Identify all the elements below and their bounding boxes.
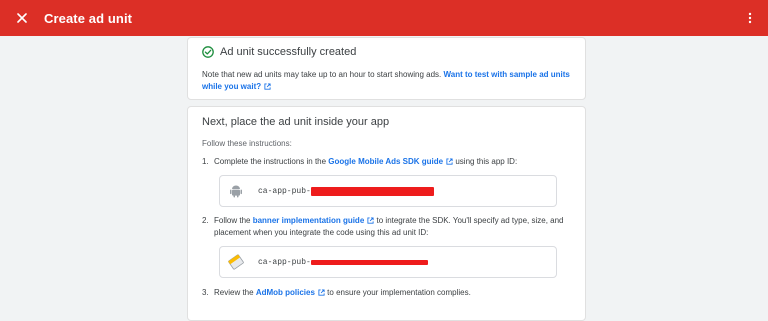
step-text: Complete the instructions in the — [214, 157, 327, 166]
external-link-icon — [446, 158, 453, 165]
sdk-guide-link[interactable]: Google Mobile Ads SDK guide — [328, 157, 453, 166]
step-text: Review the — [214, 288, 254, 297]
app-bar: Create ad unit — [0, 0, 768, 36]
instructions-intro: Follow these instructions: — [202, 139, 292, 148]
ad-unit-id-box[interactable]: ca-app-pub- — [219, 246, 557, 278]
step-1: 1. Complete the instructions in the Goog… — [202, 156, 566, 168]
external-link-icon — [367, 217, 374, 224]
success-status: Ad unit successfully created — [202, 46, 356, 58]
redacted-app-id — [310, 186, 434, 196]
success-message: Ad unit successfully created — [220, 46, 357, 58]
app-id-text: ca-app-pub- — [258, 186, 311, 196]
step-number: 2. — [202, 216, 209, 225]
check-circle-icon — [202, 46, 214, 58]
external-link-icon — [264, 83, 271, 90]
step-text: to ensure your implementation complies. — [327, 288, 471, 297]
banner-guide-link-label: banner implementation guide — [252, 216, 365, 225]
step-number: 1. — [202, 157, 209, 166]
note-text: Note that new ad units may take up to an… — [202, 70, 442, 79]
admob-policies-link-label: AdMob policies — [255, 288, 315, 297]
external-link-icon — [318, 289, 325, 296]
banner-guide-link[interactable]: banner implementation guide — [253, 216, 375, 225]
step-text: Follow the — [214, 216, 251, 225]
redacted-ad-unit-id — [310, 259, 428, 265]
close-icon — [17, 13, 27, 23]
availability-note: Note that new ad units may take up to an… — [202, 69, 577, 93]
android-icon — [226, 181, 246, 201]
sdk-guide-link-label: Google Mobile Ads SDK guide — [328, 157, 444, 166]
page-title: Create ad unit — [44, 10, 133, 26]
admob-policies-link[interactable]: AdMob policies — [256, 288, 325, 297]
instructions-title: Next, place the ad unit inside your app — [202, 116, 390, 128]
success-card: Ad unit successfully created Note that n… — [187, 37, 586, 100]
step-text: using this app ID: — [455, 157, 518, 166]
ad-unit-id-text: ca-app-pub- — [258, 257, 311, 267]
more-options-button[interactable] — [742, 0, 758, 36]
app-id-box[interactable]: ca-app-pub- — [219, 175, 557, 207]
step-2: 2. Follow the banner implementation guid… — [202, 215, 566, 239]
step-number: 3. — [202, 288, 209, 297]
step-3: 3. Review the AdMob policies to ensure y… — [202, 287, 566, 299]
ad-unit-banner-icon — [226, 252, 246, 272]
instructions-card: Next, place the ad unit inside your app … — [187, 106, 586, 321]
close-button[interactable] — [0, 0, 44, 36]
more-vert-icon — [748, 12, 752, 24]
